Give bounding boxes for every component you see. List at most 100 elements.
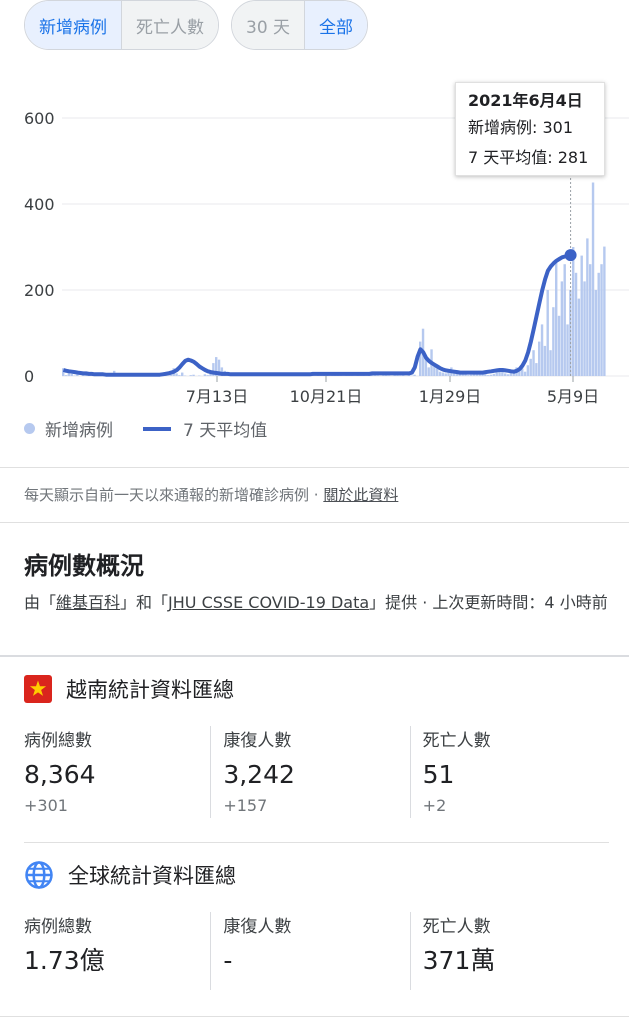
vietnam-recovered: 康復人數 3,242 +157: [210, 726, 409, 818]
stat-label: 死亡人數: [422, 731, 491, 751]
bar: [597, 272, 600, 376]
bar: [178, 375, 181, 376]
global-summary-title: 全球統計資料匯總: [68, 864, 236, 888]
tooltip-date: 2021年6月4日: [468, 91, 583, 110]
global-deaths: 死亡人數 371萬: [409, 912, 609, 990]
divider: [0, 655, 629, 657]
stat-delta: +2: [422, 796, 447, 815]
bar: [192, 374, 195, 376]
divider: [0, 467, 629, 468]
divider: [24, 842, 609, 843]
global-summary-header: 全球統計資料匯總: [24, 860, 236, 890]
legend-new-cases: 新增病例: [45, 421, 113, 441]
source-line: 由「維基百科」和「JHU CSSE COVID-19 Data」提供 · 上次更…: [24, 590, 614, 616]
vietnam-summary-title: 越南統計資料匯總: [66, 678, 234, 702]
stat-delta: +301: [24, 796, 68, 815]
bar: [76, 374, 79, 376]
bar: [506, 374, 510, 376]
jhu-link[interactable]: JHU CSSE COVID-19 Data: [168, 593, 369, 612]
vietnam-deaths: 死亡人數 51 +2: [409, 726, 609, 818]
x-tick-label: 10月21日: [290, 387, 363, 406]
bar: [444, 373, 447, 376]
source-suffix: 」提供 · 上次更新時間：4 小時前: [369, 593, 608, 612]
bar: [427, 367, 430, 376]
wikipedia-link[interactable]: 維基百科: [56, 593, 120, 612]
bar: [535, 363, 538, 376]
tab-all-time[interactable]: 全部: [304, 1, 368, 49]
vietnam-stats: 病例總數 8,364 +301 康復人數 3,242 +157 死亡人數 51 …: [24, 726, 609, 818]
bar: [555, 259, 558, 376]
bar: [523, 371, 527, 376]
y-tick-label: 0: [24, 367, 34, 386]
y-tick-label: 600: [24, 109, 55, 128]
bar: [583, 281, 586, 376]
stat-value: -: [223, 946, 233, 975]
bar: [413, 374, 416, 376]
bar: [467, 375, 470, 376]
bar: [492, 373, 496, 376]
stat-label: 病例總數: [24, 917, 92, 937]
stat-value: 8,364: [24, 760, 96, 789]
stat-value: 371萬: [422, 946, 496, 975]
globe-icon: [25, 861, 53, 889]
metric-toggle: 新增病例 死亡人數: [24, 0, 219, 50]
stat-label: 康復人數: [223, 917, 292, 937]
highlight-point: [564, 249, 577, 262]
vietnam-total-cases: 病例總數 8,364 +301: [24, 726, 210, 818]
bar: [498, 371, 501, 376]
bar: [436, 368, 439, 376]
tooltip-new-cases: 新增病例: 301: [468, 118, 574, 137]
bar: [526, 365, 530, 376]
range-toggle: 30 天 全部: [231, 0, 369, 50]
stat-value: 1.73億: [24, 946, 105, 975]
bar: [438, 371, 442, 376]
bar: [580, 255, 583, 376]
note-text: 每天顯示自前一天以來通報的新增確診病例 ·: [24, 486, 319, 504]
bar: [540, 324, 544, 376]
tooltip-average: 7 天平均值: 281: [468, 148, 589, 167]
chart-legend: 新增病例 7 天平均值: [24, 416, 267, 441]
stat-delta: +157: [223, 796, 268, 815]
vietnam-summary-header: 越南統計資料匯總: [24, 674, 234, 704]
about-data-link[interactable]: 關於此資料: [323, 486, 398, 504]
tab-deaths[interactable]: 死亡人數: [121, 1, 218, 49]
bar: [574, 272, 578, 376]
bar: [206, 375, 209, 376]
data-note: 每天顯示自前一天以來通報的新增確診病例 · 關於此資料: [24, 484, 398, 505]
bar: [64, 375, 68, 376]
bar: [543, 345, 547, 376]
bar: [566, 324, 569, 376]
vietnam-flag-icon: [24, 675, 52, 703]
tab-new-cases[interactable]: 新增病例: [25, 1, 121, 49]
source-prefix: 由「: [24, 593, 57, 612]
bar: [470, 374, 473, 376]
average-line: [62, 253, 571, 377]
x-tick-label: 7月13日: [186, 387, 249, 406]
filter-chips: 新增病例 死亡人數 30 天 全部: [24, 0, 369, 50]
overview-title: 病例數概況: [24, 552, 144, 580]
tab-30-days[interactable]: 30 天: [232, 1, 305, 49]
stat-label: 病例總數: [24, 731, 92, 751]
bar: [70, 373, 73, 376]
legend-dot-icon: [24, 423, 35, 434]
bar: [552, 307, 555, 376]
bar: [586, 238, 589, 376]
bar: [563, 264, 566, 376]
bar: [603, 246, 606, 376]
stat-label: 死亡人數: [422, 917, 491, 937]
bar: [489, 374, 493, 376]
y-tick-label: 400: [24, 195, 55, 214]
bar: [538, 341, 541, 376]
x-tick-label: 1月29日: [419, 387, 482, 406]
bar: [487, 375, 490, 376]
bar: [189, 375, 192, 376]
divider: [0, 1016, 629, 1017]
global-stats: 病例總數 1.73億 康復人數 - 死亡人數 371萬: [24, 912, 609, 990]
bar: [546, 290, 549, 376]
bar: [504, 373, 507, 376]
bar: [577, 298, 581, 376]
divider: [0, 522, 629, 523]
bar: [529, 358, 532, 376]
x-tick-label: 5月9日: [547, 387, 599, 406]
bar: [560, 281, 564, 376]
